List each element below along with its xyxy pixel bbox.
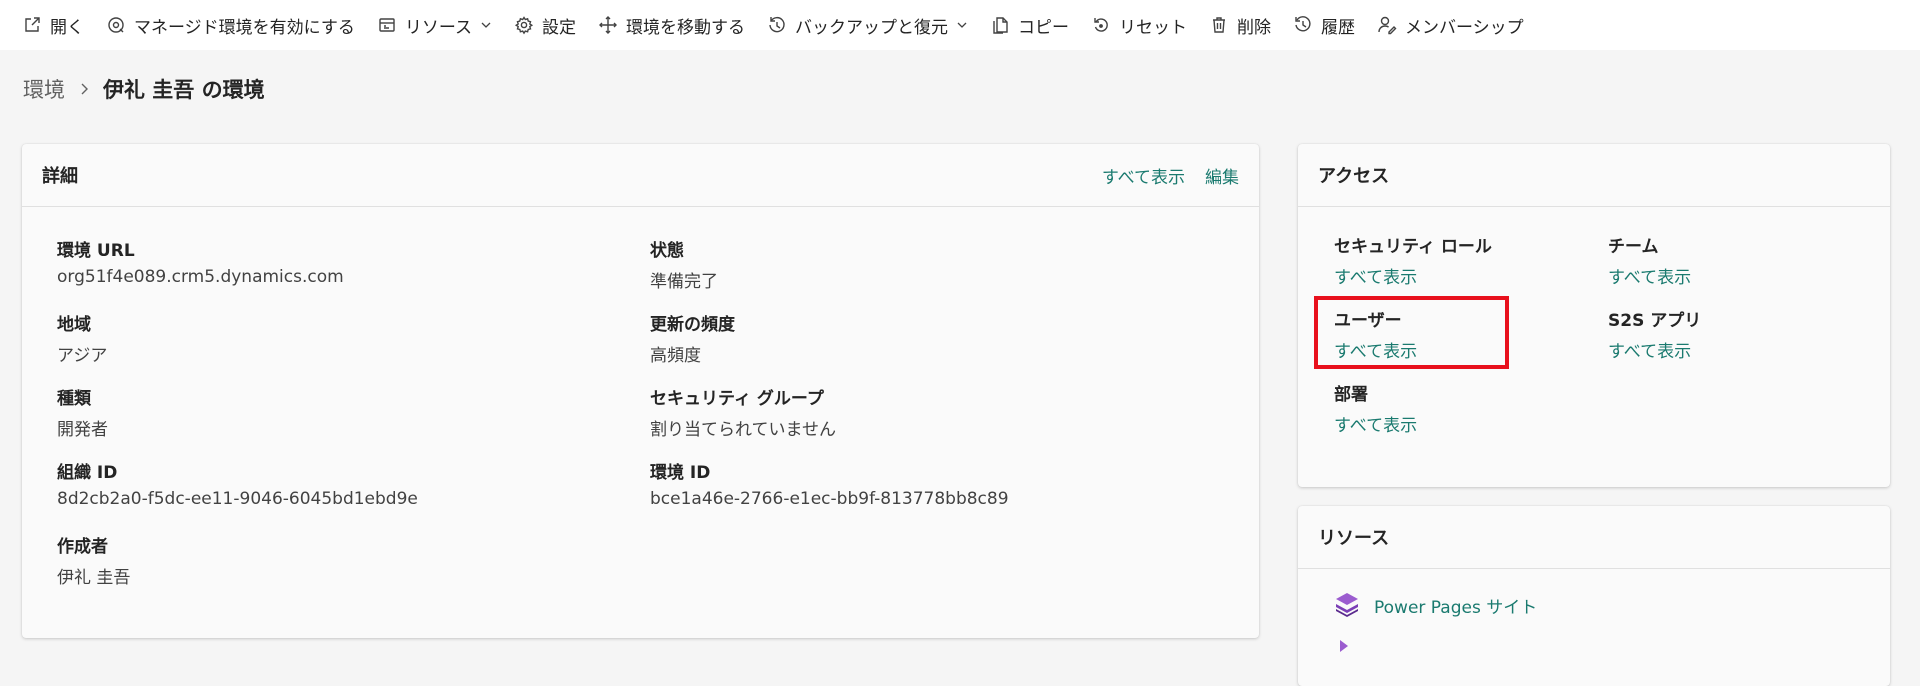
created-by-label: 作成者 bbox=[57, 537, 108, 557]
copy-button[interactable]: コピー bbox=[990, 2, 1069, 48]
move-environment-label: 環境を移動する bbox=[626, 17, 745, 38]
security-group-value: 割り当てられていません bbox=[650, 420, 836, 440]
details-card: 詳細 すべて表示 編集 環境 URL org51f4e089.crm5.dyna… bbox=[22, 144, 1259, 638]
env-id-field: 環境 ID bce1a46e-2766-e1ec-bb9f-813778bb8c… bbox=[650, 458, 1009, 509]
security-roles-show-all-link[interactable]: すべて表示 bbox=[1334, 263, 1492, 288]
created-by-value: 伊礼 圭吾 bbox=[57, 568, 131, 588]
details-edit-link[interactable]: 編集 bbox=[1205, 163, 1239, 188]
history-label: 履歴 bbox=[1321, 17, 1355, 38]
env-url-field: 環境 URL org51f4e089.crm5.dynamics.com bbox=[57, 236, 344, 287]
region-field: 地域 アジア bbox=[57, 310, 107, 366]
open-label: 開く bbox=[50, 17, 84, 38]
backup-restore-label: バックアップと復元 bbox=[795, 17, 948, 38]
type-field: 種類 開発者 bbox=[57, 384, 108, 440]
business-units-item: 部署 すべて表示 bbox=[1334, 380, 1417, 436]
settings-button[interactable]: 設定 bbox=[514, 2, 576, 48]
power-pages-label: Power Pages サイト bbox=[1374, 597, 1538, 618]
env-id-label: 環境 ID bbox=[650, 463, 711, 483]
chevron-down-icon bbox=[480, 19, 492, 31]
env-url-link[interactable]: org51f4e089.crm5.dynamics.com bbox=[57, 267, 344, 287]
users-highlight-box bbox=[1314, 296, 1509, 369]
resources-menu-label: リソース bbox=[404, 17, 472, 38]
update-cadence-value: 高頻度 bbox=[650, 346, 701, 366]
business-units-show-all-link[interactable]: すべて表示 bbox=[1334, 411, 1417, 436]
reset-button[interactable]: リセット bbox=[1091, 2, 1187, 48]
s2s-apps-item: S2S アプリ すべて表示 bbox=[1608, 306, 1701, 362]
details-title: 詳細 bbox=[42, 166, 78, 187]
history-button[interactable]: 履歴 bbox=[1293, 2, 1355, 48]
details-show-all-link[interactable]: すべて表示 bbox=[1102, 163, 1185, 188]
chevron-down-icon bbox=[956, 19, 968, 31]
copy-icon bbox=[990, 15, 1010, 35]
enable-managed-environment-label: マネージド環境を有効にする bbox=[134, 17, 355, 38]
teams-label: チーム bbox=[1608, 237, 1659, 257]
created-by-field: 作成者 伊礼 圭吾 bbox=[57, 532, 130, 588]
org-id-label: 組織 ID bbox=[57, 463, 118, 483]
open-button[interactable]: 開く bbox=[22, 2, 84, 48]
breadcrumb: 環境 伊礼 圭吾 の環境 bbox=[23, 74, 265, 104]
security-group-label: セキュリティ グループ bbox=[650, 389, 824, 409]
org-id-field: 組織 ID 8d2cb2a0-f5dc-ee11-9046-6045bd1ebd… bbox=[57, 458, 418, 509]
state-field: 状態 準備完了 bbox=[650, 236, 718, 292]
update-cadence-field: 更新の頻度 高頻度 bbox=[650, 310, 735, 366]
s2s-apps-label: S2S アプリ bbox=[1608, 311, 1702, 331]
page-title: 伊礼 圭吾 の環境 bbox=[103, 78, 265, 102]
backup-restore-icon bbox=[767, 15, 787, 35]
type-label: 種類 bbox=[57, 389, 91, 409]
s2s-apps-show-all-link[interactable]: すべて表示 bbox=[1608, 337, 1701, 362]
delete-button[interactable]: 削除 bbox=[1209, 2, 1271, 48]
backup-restore-menu-button[interactable]: バックアップと復元 bbox=[767, 2, 968, 48]
teams-item: チーム すべて表示 bbox=[1608, 232, 1691, 288]
details-actions: すべて表示 編集 bbox=[1102, 163, 1239, 188]
breadcrumb-environments-link[interactable]: 環境 bbox=[23, 74, 65, 104]
state-label: 状態 bbox=[650, 241, 684, 261]
move-environment-button[interactable]: 環境を移動する bbox=[598, 2, 745, 48]
membership-icon bbox=[1377, 15, 1397, 35]
enable-managed-environment-button[interactable]: マネージド環境を有効にする bbox=[106, 2, 355, 48]
org-id-value: 8d2cb2a0-f5dc-ee11-9046-6045bd1ebd9e bbox=[57, 489, 418, 509]
env-id-value: bce1a46e-2766-e1ec-bb9f-813778bb8c89 bbox=[650, 489, 1009, 509]
settings-label: 設定 bbox=[542, 17, 576, 38]
access-card-header: アクセス bbox=[1298, 144, 1890, 207]
resources-title: リソース bbox=[1318, 528, 1390, 549]
managed-environment-icon bbox=[106, 15, 126, 35]
gear-icon bbox=[514, 15, 534, 35]
region-value: アジア bbox=[57, 346, 108, 366]
open-external-icon bbox=[22, 15, 42, 35]
delete-label: 削除 bbox=[1237, 17, 1271, 38]
move-icon bbox=[598, 15, 618, 35]
trash-icon bbox=[1209, 15, 1229, 35]
business-units-label: 部署 bbox=[1334, 385, 1368, 405]
security-group-field: セキュリティ グループ 割り当てられていません bbox=[650, 384, 836, 440]
details-card-header: 詳細 すべて表示 編集 bbox=[22, 144, 1259, 207]
power-pages-item[interactable]: Power Pages サイト bbox=[1332, 590, 1537, 620]
resources-icon bbox=[377, 15, 397, 35]
reset-icon bbox=[1091, 15, 1111, 35]
membership-label: メンバーシップ bbox=[1405, 17, 1524, 38]
state-value: 準備完了 bbox=[650, 272, 718, 292]
membership-button[interactable]: メンバーシップ bbox=[1377, 2, 1524, 48]
access-card: アクセス セキュリティ ロール すべて表示 チーム すべて表示 ユーザー すべて… bbox=[1298, 144, 1890, 487]
env-url-label: 環境 URL bbox=[57, 241, 135, 261]
resources-card: リソース Power Pages サイト bbox=[1298, 506, 1890, 686]
update-cadence-label: 更新の頻度 bbox=[650, 315, 735, 335]
chevron-right-icon bbox=[77, 82, 91, 96]
resources-card-header: リソース bbox=[1298, 506, 1890, 569]
command-bar: 開く マネージド環境を有効にする リソース 設定 環境を移動する バックアップと… bbox=[0, 0, 1920, 50]
reset-label: リセット bbox=[1119, 17, 1187, 38]
history-icon bbox=[1293, 15, 1313, 35]
access-title: アクセス bbox=[1318, 166, 1390, 187]
region-label: 地域 bbox=[57, 315, 91, 335]
security-roles-label: セキュリティ ロール bbox=[1334, 237, 1492, 257]
next-resource-icon bbox=[1332, 638, 1362, 668]
type-value: 開発者 bbox=[57, 420, 108, 440]
security-roles-item: セキュリティ ロール すべて表示 bbox=[1334, 232, 1492, 288]
power-pages-icon bbox=[1332, 590, 1362, 620]
copy-label: コピー bbox=[1018, 17, 1069, 38]
teams-show-all-link[interactable]: すべて表示 bbox=[1608, 263, 1691, 288]
resources-menu-button[interactable]: リソース bbox=[377, 2, 492, 48]
